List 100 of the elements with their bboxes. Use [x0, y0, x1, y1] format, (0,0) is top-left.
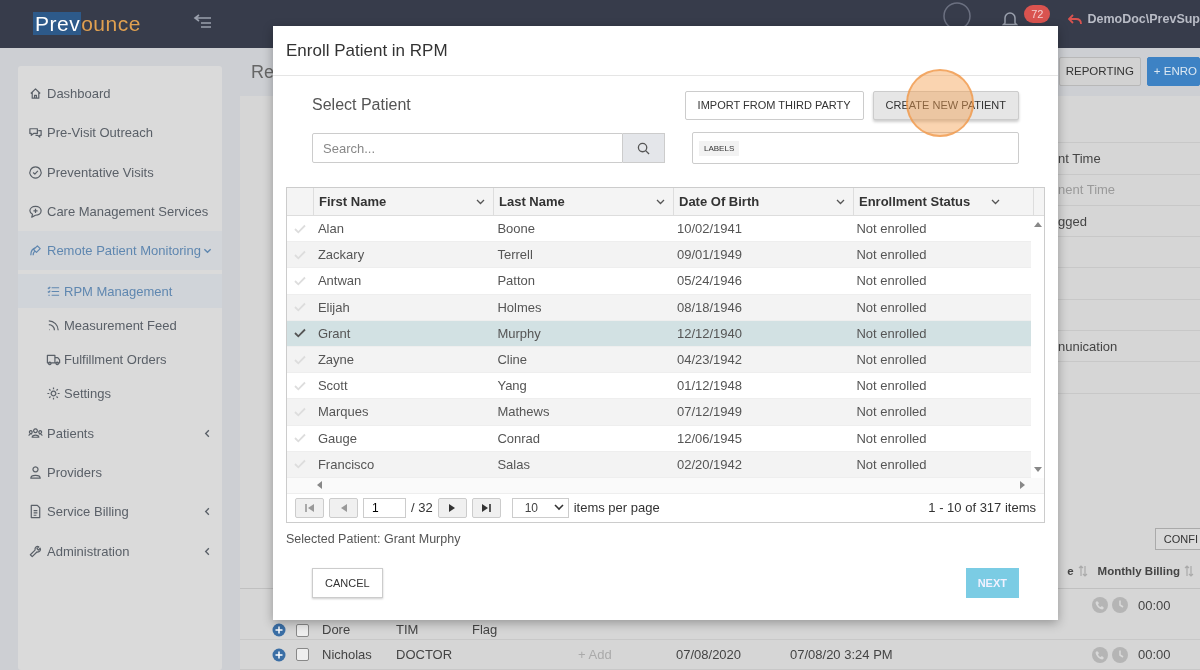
table-cell-text: Gauge	[316, 430, 358, 446]
labels-field[interactable]: LABELS	[692, 132, 1019, 164]
table-cell-text: 08/18/1946	[675, 299, 744, 315]
check-icon	[293, 223, 306, 234]
sidebar-item[interactable]: Service Billing	[18, 492, 222, 532]
bell-icon[interactable]	[1002, 10, 1019, 28]
table-row[interactable]: Elijah Holmes 08/18/1946 Not enrolled	[287, 294, 1031, 321]
page-number-field[interactable]: 1	[363, 497, 406, 518]
table-cell-text: Alan	[316, 221, 345, 237]
table-cell-text: 12/06/1945	[675, 430, 744, 446]
row-checkbox[interactable]	[296, 624, 309, 637]
scroll-left-icon[interactable]	[316, 481, 322, 490]
last-page-button[interactable]	[471, 497, 501, 518]
search-field[interactable]: Search...	[312, 133, 623, 163]
check-icon	[293, 328, 306, 339]
sidebar-item[interactable]: Patients	[18, 413, 222, 453]
check-icon	[293, 380, 306, 391]
table-cell-text: Not enrolled	[855, 299, 928, 315]
configure-button[interactable]: CONFI	[1154, 528, 1200, 550]
user-name[interactable]: DemoDoc\PrevSup	[1087, 12, 1200, 26]
row-checkbox[interactable]	[296, 648, 309, 661]
sidebar-item[interactable]: Preventative Visits	[18, 152, 222, 192]
home-icon	[28, 86, 43, 102]
column-header[interactable]: Enrollment Status	[854, 188, 1034, 215]
table-cell-text: Mathews	[496, 404, 551, 420]
table-cell-text: Scott	[316, 378, 349, 394]
next-page-button[interactable]	[437, 497, 467, 518]
table-cell-text: Not enrolled	[855, 378, 928, 394]
sidebar-item[interactable]: Dashboard	[18, 74, 222, 114]
scroll-down-icon[interactable]	[1033, 466, 1042, 473]
table-row[interactable]: Zackary Terrell 09/01/1949 Not enrolled	[287, 242, 1031, 269]
column-header[interactable]: e	[1067, 565, 1074, 577]
chevron-icon	[836, 198, 845, 205]
table-cell-text: Not enrolled	[855, 273, 928, 289]
table-cell-text: Not enrolled	[855, 404, 928, 420]
table-row[interactable]: Zayne Cline 04/23/1942 Not enrolled	[287, 346, 1031, 374]
search-button[interactable]	[623, 133, 665, 163]
table-cell: 07/08/2020	[676, 647, 742, 662]
expand-row-icon[interactable]	[272, 647, 286, 662]
table-cell-text: Salas	[496, 456, 531, 472]
table-row[interactable]: Francisco Salas 02/20/1942 Not enrolled	[287, 451, 1031, 478]
field-label: nt Time	[1058, 150, 1101, 166]
list-icon	[46, 284, 61, 299]
sidebar-item[interactable]: Care Management Services	[18, 191, 222, 232]
table-cell-text: Elijah	[316, 299, 351, 315]
check-icon	[293, 275, 306, 286]
cancel-button[interactable]: CANCEL	[312, 567, 383, 598]
sidebar-subitem[interactable]: Settings	[18, 376, 222, 411]
logo: Prevounce	[33, 11, 141, 37]
sidebar-item[interactable]: Providers	[18, 452, 222, 493]
column-header[interactable]: Last Name	[494, 188, 674, 215]
page-size-select[interactable]: 10	[511, 497, 569, 518]
billing-time: 00:00	[1138, 597, 1171, 613]
table-cell-text: Yang	[496, 378, 528, 394]
first-page-button[interactable]	[295, 497, 324, 518]
menu-collapse-icon[interactable]	[192, 12, 213, 30]
sidebar-subitem[interactable]: Fulfillment Orders	[18, 342, 222, 377]
sidebar-subitem[interactable]: Measurement Feed	[18, 308, 222, 343]
page-count: / 32	[411, 500, 433, 516]
table-cell-text: Not enrolled	[855, 456, 928, 472]
column-header[interactable]: First Name	[314, 188, 494, 215]
field-value: gged	[1058, 213, 1087, 229]
scroll-right-icon[interactable]	[1020, 481, 1026, 490]
table-row[interactable]: Marques Mathews 07/12/1949 Not enrolled	[287, 399, 1031, 426]
table-cell-text: 10/02/1941	[675, 221, 744, 237]
truck-icon	[46, 352, 61, 367]
previous-page-button[interactable]	[329, 497, 358, 518]
table-cell-text: Boone	[496, 221, 537, 237]
table-cell-text: Not enrolled	[855, 221, 928, 237]
dialog-title: Enroll Patient in RPM	[286, 40, 448, 61]
reporting-button[interactable]: REPORTING	[1058, 56, 1141, 86]
labels-tag[interactable]: LABELS	[699, 140, 740, 156]
table-cell-text: Francisco	[316, 456, 376, 472]
previous-page-icon	[339, 502, 348, 513]
last-page-icon	[481, 502, 492, 513]
table-cell-text: Antwan	[316, 273, 363, 289]
import-button[interactable]: IMPORT FROM THIRD PARTY	[684, 90, 864, 120]
items-summary: 1 - 10 of 317 items	[928, 500, 1036, 516]
sidebar-item[interactable]: Administration	[18, 531, 222, 571]
chevron-icon	[203, 546, 212, 556]
table-cell-text: 02/20/1942	[675, 456, 744, 472]
table-cell-text: Cline	[496, 352, 529, 368]
column-header[interactable]: Date Of Birth	[674, 188, 854, 215]
table-row[interactable]: Grant Murphy 12/12/1940 Not enrolled	[287, 320, 1031, 347]
table-row[interactable]: Antwan Patton 05/24/1946 Not enrolled	[287, 268, 1031, 295]
notification-badge: 72	[1024, 5, 1051, 23]
scroll-up-icon[interactable]	[1033, 221, 1042, 227]
table-cell-text: Not enrolled	[855, 430, 928, 446]
expand-row-icon[interactable]	[272, 623, 286, 637]
table-cell-text: Zackary	[316, 247, 366, 263]
table-cell-text: 09/01/1949	[675, 247, 744, 263]
reply-arrow-icon	[1068, 13, 1083, 25]
table-cell-text: 05/24/1946	[675, 273, 744, 289]
chevron-icon	[553, 504, 564, 512]
wrench-icon	[28, 543, 43, 559]
sidebar-item[interactable]: Pre-Visit Outreach	[18, 113, 222, 153]
table-cell: Dore	[322, 622, 351, 637]
table-cell-text: 12/12/1940	[675, 325, 744, 341]
table-row[interactable]: Gauge Conrad 12/06/1945 Not enrolled	[287, 425, 1031, 452]
column-header[interactable]: Monthly Billing	[1097, 565, 1180, 577]
